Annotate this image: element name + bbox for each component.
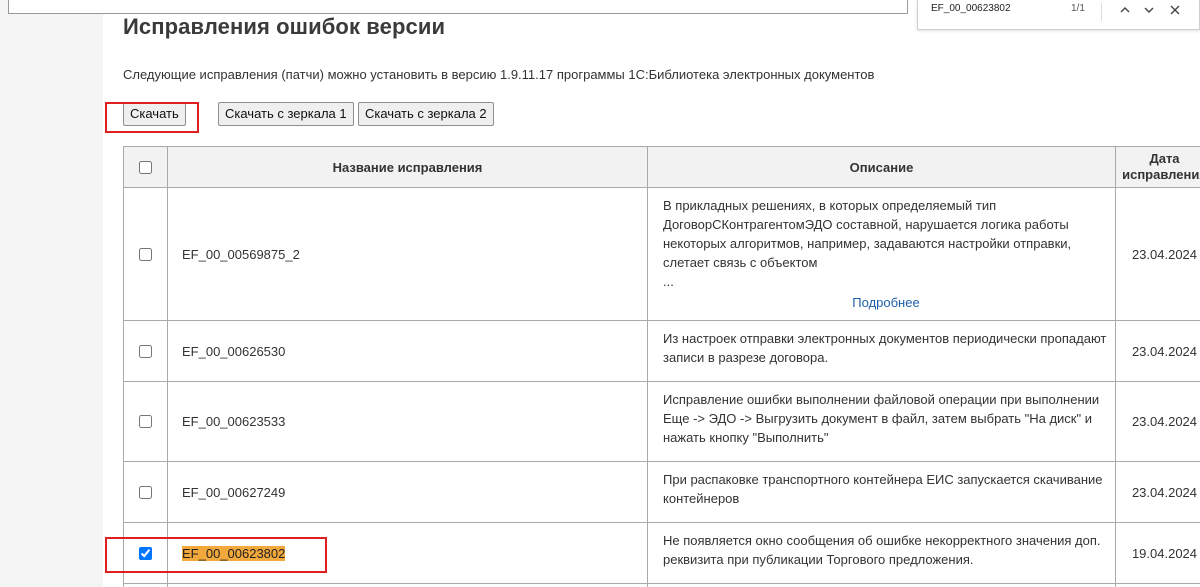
patch-date: 23.04.2024 <box>1115 187 1200 321</box>
table-row: EF_00_00569875_2 В прикладных решениях, … <box>123 187 1200 321</box>
row-checkbox[interactable] <box>139 247 152 261</box>
find-divider <box>1101 3 1102 21</box>
patches-table: Название исправления Описание Дата испра… <box>123 146 1200 587</box>
find-bar: EF_00_00623802 1/1 <box>917 0 1200 30</box>
patch-description: Не появляется окно сообщения об ошибке н… <box>647 522 1116 584</box>
chevron-down-icon[interactable] <box>1137 1 1161 23</box>
table-row: EF_00_00627249 При распаковке транспортн… <box>123 461 1200 523</box>
left-gutter <box>0 0 103 587</box>
patch-name: EF_00_00569875_2 <box>167 187 648 321</box>
row-select-cell <box>123 461 168 523</box>
description-column-header: Описание <box>647 146 1116 188</box>
date-header-line1: Дата <box>1149 151 1180 166</box>
table-row-partial <box>123 583 1200 587</box>
patch-description: При распаковке транспортного контейнера … <box>647 461 1116 523</box>
row-checkbox[interactable] <box>139 546 152 560</box>
patch-name: EF_00_00623533 <box>167 381 648 462</box>
row-checkbox[interactable] <box>139 344 152 358</box>
find-input[interactable]: EF_00_00623802 <box>931 3 1011 14</box>
row-checkbox[interactable] <box>139 485 152 499</box>
row-select-cell <box>123 522 168 584</box>
row-select-cell <box>123 381 168 462</box>
close-icon[interactable] <box>1163 1 1187 23</box>
download-mirror-1-button[interactable]: Скачать с зеркала 1 <box>218 102 354 126</box>
patch-name: EF_00_00623802 <box>182 545 286 561</box>
table-row: EF_00_00623533 Исправление ошибки выполн… <box>123 381 1200 462</box>
download-mirror-2-button[interactable]: Скачать с зеркала 2 <box>358 102 494 126</box>
patch-description: Исправление ошибки выполнении файловой о… <box>647 381 1116 462</box>
patch-description-cell: В прикладных решениях, в которых определ… <box>647 187 1116 321</box>
patch-date: 23.04.2024 <box>1115 381 1200 462</box>
patch-name: EF_00_00627249 <box>167 461 648 523</box>
top-input-strip <box>8 0 908 14</box>
patch-date: 23.04.2024 <box>1115 461 1200 523</box>
date-column-header: Дата исправления <box>1115 146 1200 188</box>
select-all-header <box>123 146 168 188</box>
patch-date: 23.04.2024 <box>1115 320 1200 382</box>
download-button[interactable]: Скачать <box>123 102 186 126</box>
row-select-cell <box>123 320 168 382</box>
description-ellipsis: ... <box>663 274 674 289</box>
patch-name: EF_00_00626530 <box>167 320 648 382</box>
chevron-up-icon[interactable] <box>1113 1 1137 23</box>
row-select-cell <box>123 187 168 321</box>
table-row: EF_00_00623802 Не появляется окно сообще… <box>123 522 1200 584</box>
page-title: Исправления ошибок версии <box>123 14 446 39</box>
row-checkbox[interactable] <box>139 415 152 428</box>
date-header-line2: исправления <box>1122 167 1200 182</box>
more-details-link[interactable]: Подробнее <box>663 293 1109 312</box>
name-column-header: Название исправления <box>167 146 648 188</box>
select-all-checkbox[interactable] <box>139 160 152 174</box>
find-match-count: 1/1 <box>1071 3 1085 14</box>
patch-name-cell: EF_00_00623802 <box>167 522 648 584</box>
patch-description: Из настроек отправки электронных докумен… <box>647 320 1116 382</box>
table-row: EF_00_00626530 Из настроек отправки элек… <box>123 320 1200 382</box>
patch-date: 19.04.2024 <box>1115 522 1200 584</box>
patch-description: В прикладных решениях, в которых определ… <box>663 198 1072 270</box>
intro-text: Следующие исправления (патчи) можно уста… <box>123 67 875 82</box>
